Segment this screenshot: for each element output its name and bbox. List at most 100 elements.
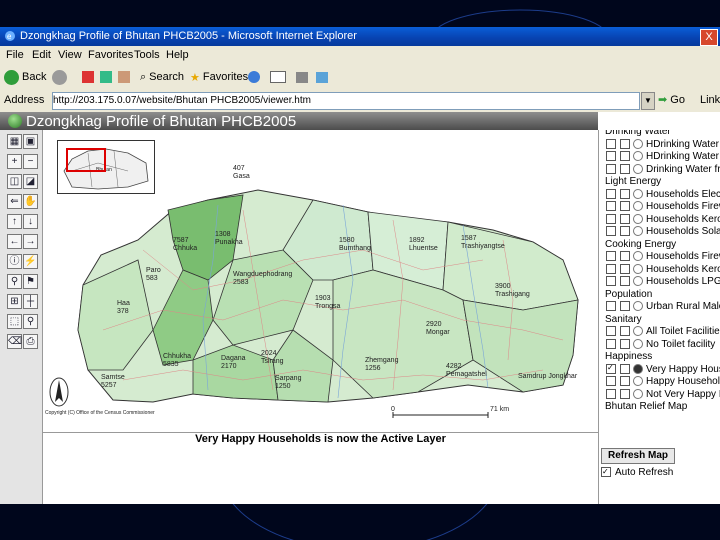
layer-active-radio[interactable] [620,201,630,212]
layer-active-radio[interactable] [620,326,630,337]
layer-visible-checkbox[interactable] [606,251,616,262]
layer-active-radio[interactable] [620,363,630,374]
layer-row[interactable]: Not Very Happy Housel [599,389,720,401]
layer-visible-checkbox[interactable] [606,163,616,174]
pan-east-icon[interactable]: → [23,234,38,249]
layer-visible-checkbox[interactable] [606,338,616,349]
address-input[interactable]: http://203.175.0.07/website/Bhutan PHCB2… [52,92,640,110]
layer-visible-checkbox[interactable] [606,138,616,149]
layer-row[interactable]: Households Firewood [599,251,720,263]
layer-active-radio[interactable] [620,188,630,199]
map-label-trongsa: 1903 [315,295,331,302]
layer-active-radio[interactable] [620,163,630,174]
layer-active-radio[interactable] [620,263,630,274]
layer-row[interactable]: All Toilet Facilities [599,326,720,338]
menu-edit[interactable]: Edit [32,49,51,61]
print-button[interactable] [296,68,308,86]
zoom-last-icon[interactable]: ⇐ [7,194,22,209]
layer-active-radio[interactable] [620,213,630,224]
layer-visible-checkbox[interactable] [606,201,616,212]
address-dropdown-icon[interactable]: ▼ [641,92,655,110]
layer-row[interactable]: No Toilet facility [599,339,715,351]
home-button[interactable] [118,68,130,86]
layer-row[interactable]: Households Kerosene [599,214,720,226]
forward-button[interactable] [52,68,67,86]
layer-visible-checkbox[interactable] [606,263,616,274]
back-button[interactable]: Back [4,68,46,86]
history-button[interactable] [248,68,260,86]
menu-favorites[interactable]: Favorites [88,49,133,61]
layer-visible-checkbox[interactable] [606,388,616,399]
select-rect-icon[interactable]: ⬚ [7,314,22,329]
query-icon[interactable]: ⚲ [7,274,22,289]
layer-row[interactable]: Very Happy Househol [599,364,720,376]
layer-visible-checkbox[interactable] [606,376,616,387]
stop-button[interactable] [82,68,94,86]
layer-active-radio[interactable] [620,226,630,237]
layer-active-radio[interactable] [620,276,630,287]
layer-row[interactable]: Households Solar for L [599,226,720,238]
layer-active-radio[interactable] [620,251,630,262]
zoom-out-icon[interactable]: − [23,154,38,169]
layer-active-radio[interactable] [620,338,630,349]
layer-row[interactable]: Households Electricity [599,189,720,201]
menu-help[interactable]: Help [166,49,189,61]
layer-visible-checkbox[interactable] [606,326,616,337]
layer-row[interactable]: Households Firewood [599,201,720,213]
layer-visible-checkbox[interactable] [606,276,616,287]
pan-north-icon[interactable]: ↑ [7,214,22,229]
layer-visible-checkbox[interactable] [606,363,616,374]
map-label-pemagatshel: Pemagatshel [446,371,487,378]
print-map-icon[interactable]: ⎙ [23,334,38,349]
layer-active-radio[interactable] [620,301,630,312]
map-view[interactable]: 407 Gasa 1308 Punakha 7587 Chhuka Paro 583 Haa 37… [43,130,598,433]
search-button[interactable]: ⌕ Search [140,68,184,86]
edit-page-button[interactable] [316,68,328,86]
menu-file[interactable]: File [6,49,24,61]
home-icon [118,71,130,83]
menu-view[interactable]: View [58,49,82,61]
refresh-button[interactable] [100,68,112,86]
mail-button[interactable] [270,68,286,86]
auto-refresh-option[interactable]: ✓ Auto Refresh [601,467,673,478]
auto-refresh-checkbox[interactable]: ✓ [601,467,611,478]
set-units-icon[interactable]: ┼ [23,294,38,309]
find-icon[interactable]: ⚑ [23,274,38,289]
go-button[interactable]: ➡ Go [658,93,685,106]
layer-visible-checkbox[interactable] [606,213,616,224]
layer-row[interactable]: Happy Households [599,376,720,388]
pan-west-icon[interactable]: ← [7,234,22,249]
menu-tools[interactable]: Tools [134,49,160,61]
toggle-legend-icon[interactable]: ▦ [7,134,22,149]
layer-row[interactable]: Households LPG for Co [599,276,720,288]
pan-south-icon[interactable]: ↓ [23,214,38,229]
toggle-overview-icon[interactable]: ▣ [23,134,38,149]
layer-visible-checkbox[interactable] [606,151,616,162]
identify-icon[interactable]: ⓘ [7,254,22,269]
hyperlink-icon[interactable]: ⚡ [23,254,38,269]
select-shape-icon[interactable]: ⚲ [23,314,38,329]
layer-visible-checkbox[interactable] [606,188,616,199]
close-button[interactable]: X [700,29,718,46]
favorites-button[interactable]: ★ Favorites [190,68,248,86]
layer-active-radio[interactable] [620,151,630,162]
measure-icon[interactable]: ⊞ [7,294,22,309]
layer-visible-checkbox[interactable] [606,226,616,237]
layer-row[interactable]: Households Kerosene [599,264,720,276]
clear-selection-icon[interactable]: ⌫ [7,334,22,349]
layer-visible-checkbox[interactable] [606,301,616,312]
zoom-active-icon[interactable]: ◪ [23,174,38,189]
links-button[interactable]: Links [700,94,720,106]
refresh-map-button[interactable]: Refresh Map [601,448,675,464]
layer-active-radio[interactable] [620,376,630,387]
overview-map[interactable]: Bhutan [57,140,155,194]
zoom-in-icon[interactable]: + [7,154,22,169]
layer-row[interactable]: HDrinking Water outs [599,151,720,163]
pan-icon[interactable]: ✋ [23,194,38,209]
layer-row[interactable]: Urban Rural Male Fema [599,301,720,313]
full-extent-icon[interactable]: ◫ [7,174,22,189]
layer-active-radio[interactable] [620,388,630,399]
layer-row[interactable]: HDrinking Water Insid [599,139,720,151]
layer-row[interactable]: Drinking Water from C [599,164,720,176]
layer-active-radio[interactable] [620,138,630,149]
